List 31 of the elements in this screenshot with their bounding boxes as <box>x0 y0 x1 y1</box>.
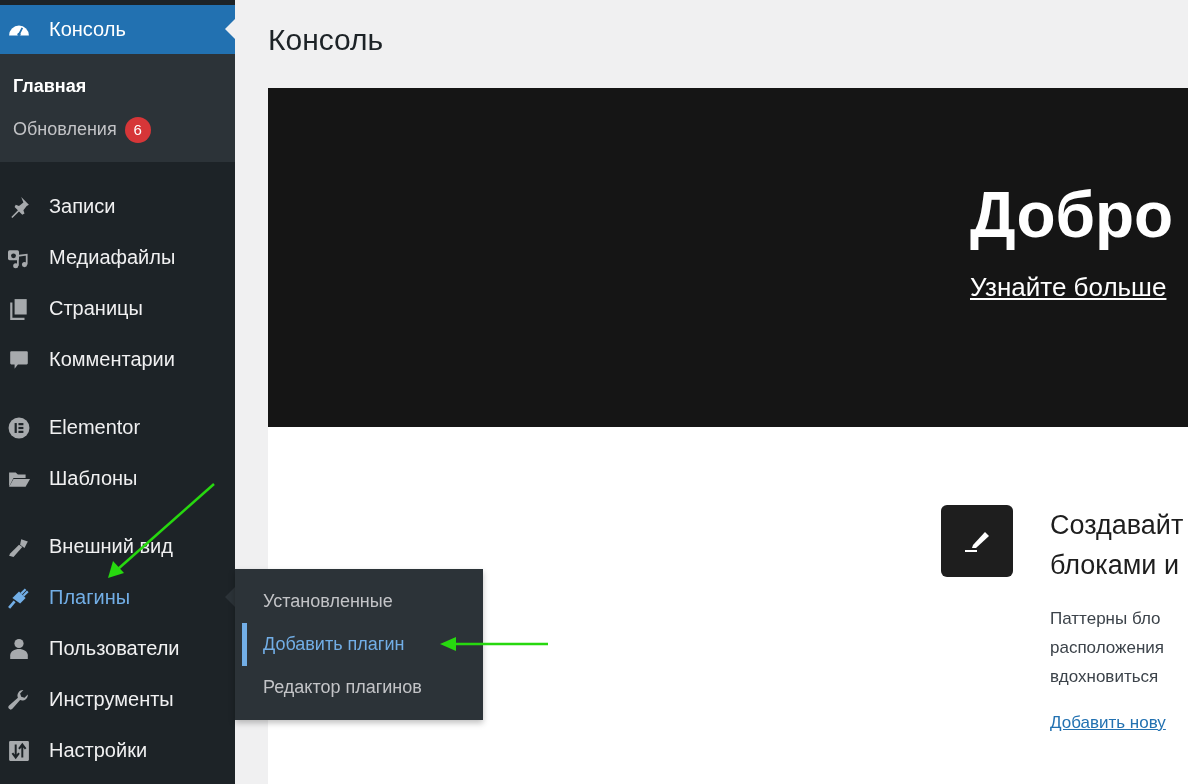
menu-item[interactable]: Комментарии <box>0 334 235 385</box>
e-circle-icon <box>8 416 30 439</box>
user-icon <box>8 637 30 660</box>
menu-item[interactable]: Записи <box>0 181 235 232</box>
speech-bubble-icon <box>8 348 30 371</box>
submenu-item[interactable]: Редактор плагинов <box>242 666 483 709</box>
current-page-notch <box>225 19 235 39</box>
submenu-item[interactable]: Установленные <box>242 580 483 623</box>
feature-heading: Создавайт блоками и <box>1050 509 1184 582</box>
pencil-icon <box>941 505 1013 577</box>
pages-icon <box>8 297 30 320</box>
learn-more-link[interactable]: Узнайте больше <box>970 271 1167 303</box>
welcome-heading: Добро <box>970 178 1174 253</box>
submenu-item[interactable]: Обновления <box>13 119 117 140</box>
menu-item[interactable]: Пользователи <box>0 623 235 674</box>
wrench-icon <box>8 688 30 711</box>
menu-item[interactable]: Внешний вид <box>0 521 235 572</box>
menu-item[interactable]: Elementor <box>0 402 235 453</box>
menu-item[interactable]: Консоль <box>0 5 235 54</box>
menu-item[interactable]: Настройки <box>0 725 235 776</box>
add-new-link[interactable]: Добавить нову <box>1050 711 1166 735</box>
menu-item[interactable]: Шаблоны <box>0 453 235 504</box>
menu-item[interactable]: Страницы <box>0 283 235 334</box>
menu-item[interactable]: Инструменты <box>0 674 235 725</box>
feature-description: Паттерны бло расположения вдохновиться <box>1050 608 1164 688</box>
settings-icon <box>8 739 30 762</box>
submenu-item[interactable]: Главная <box>13 76 87 97</box>
update-count-badge: 6 <box>124 116 151 143</box>
page-title: Консоль <box>268 22 385 58</box>
menu-item[interactable]: Медиафайлы <box>0 232 235 283</box>
plug-icon <box>8 586 30 609</box>
